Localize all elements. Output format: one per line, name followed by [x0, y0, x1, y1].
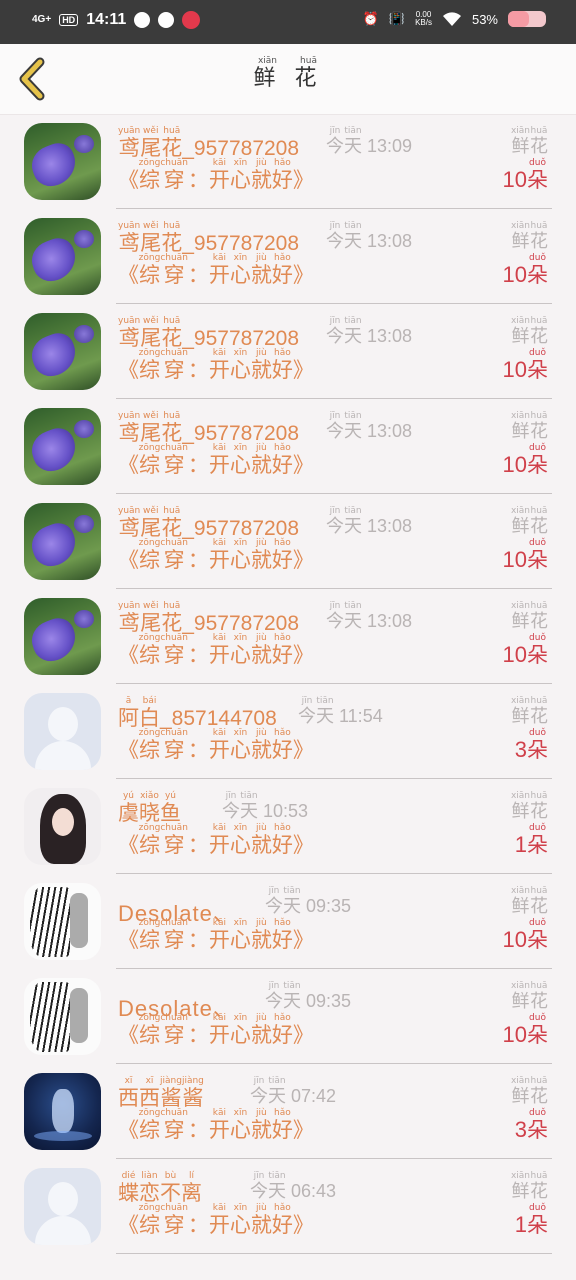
- iris-flower-avatar[interactable]: [24, 313, 101, 390]
- send-time: 今jīn天tiān 09:35: [265, 981, 352, 1012]
- gift-type-label: 鲜xiān花huā: [510, 886, 548, 917]
- gift-type-label: 鲜xiān花huā: [510, 411, 548, 442]
- send-time: 今jīn天tiān 06:43: [250, 1171, 337, 1202]
- book-title: 《综zōng穿chuān：开kāi心xīn就jiù好hǎo》: [118, 918, 314, 952]
- send-time: 今jīn天tiān 09:35: [265, 886, 352, 917]
- send-time: 今jīn天tiān 11:54: [298, 696, 383, 727]
- gift-count: 10朵duǒ: [502, 1013, 548, 1047]
- send-time: 今jīn天tiān 13:08: [326, 221, 413, 252]
- book-title: 《综zōng穿chuān：开kāi心xīn就jiù好hǎo》: [118, 728, 314, 762]
- gift-record-row[interactable]: Desolate、 今jīn天tiān 09:35 《综zōng穿chuān：开kā…: [0, 969, 576, 1064]
- page-title: 鲜xiān 花huā: [253, 56, 323, 91]
- girl-portrait-avatar[interactable]: [24, 788, 101, 865]
- app-notification-icon: [182, 11, 201, 29]
- gift-type-label: 鲜xiān花huā: [510, 601, 548, 632]
- gift-count: 10朵duǒ: [502, 158, 548, 192]
- sender-name[interactable]: 西xī西xī酱jiàng酱jiàng: [118, 1076, 204, 1112]
- gift-count: 1朵duǒ: [514, 823, 548, 857]
- send-time: 今jīn天tiān 13:09: [326, 126, 413, 157]
- gift-count: 1朵duǒ: [514, 1203, 548, 1237]
- sender-name[interactable]: 鸢yuān尾wěi花huā_957787208: [118, 126, 299, 162]
- sender-name[interactable]: 虞yú晓xiǎo鱼yú: [118, 791, 181, 827]
- speedometer-icon: [158, 12, 175, 28]
- row-divider: [116, 1252, 552, 1254]
- book-title: 《综zōng穿chuān：开kāi心xīn就jiù好hǎo》: [118, 1013, 314, 1047]
- gift-record-row[interactable]: 阿ā白bái_857144708 今jīn天tiān 11:54 《综zōng穿ch…: [0, 684, 576, 779]
- gift-count: 10朵duǒ: [502, 538, 548, 572]
- wifi-icon: [442, 12, 461, 26]
- gift-type-label: 鲜xiān花huā: [510, 221, 548, 252]
- battery-percent: 53%: [471, 11, 498, 27]
- iris-flower-avatar[interactable]: [24, 598, 101, 675]
- gift-count: 3朵duǒ: [514, 728, 548, 762]
- gift-record-row[interactable]: 鸢yuān尾wěi花huā_957787208 今jīn天tiān 13:08 《综…: [0, 494, 576, 589]
- gift-count: 10朵duǒ: [502, 918, 548, 952]
- iris-flower-avatar[interactable]: [24, 408, 101, 485]
- sketch-figure-avatar[interactable]: [24, 978, 101, 1055]
- spirit-deer-avatar[interactable]: [24, 1073, 101, 1150]
- book-title: 《综zōng穿chuān：开kāi心xīn就jiù好hǎo》: [118, 158, 314, 192]
- qq-icon: [134, 12, 151, 28]
- iris-flower-avatar[interactable]: [24, 218, 101, 295]
- status-bar: 4G+ HD 14:11 ⏰ 📳 0.00 KB/s 53%: [0, 0, 576, 44]
- status-time: 14:11: [86, 11, 127, 28]
- default-user-avatar[interactable]: [24, 1168, 101, 1245]
- send-time: 今jīn天tiān 13:08: [326, 506, 413, 537]
- gift-count: 10朵duǒ: [502, 253, 548, 287]
- book-title: 《综zōng穿chuān：开kāi心xīn就jiù好hǎo》: [118, 823, 314, 857]
- alarm-icon: ⏰: [362, 11, 379, 26]
- gift-type-label: 鲜xiān花huā: [510, 506, 548, 537]
- gift-type-label: 鲜xiān花huā: [510, 1171, 548, 1202]
- gift-record-row[interactable]: 蝶dié恋liàn不bù离lí 今jīn天tiān 06:43 《综zōng穿chu…: [0, 1159, 576, 1254]
- send-time: 今jīn天tiān 13:08: [326, 411, 413, 442]
- default-user-avatar[interactable]: [24, 693, 101, 770]
- send-time: 今jīn天tiān 07:42: [250, 1076, 337, 1107]
- sender-name[interactable]: 阿ā白bái_857144708: [118, 696, 277, 732]
- sender-name[interactable]: 蝶dié恋liàn不bù离lí: [118, 1171, 202, 1207]
- iris-flower-avatar[interactable]: [24, 123, 101, 200]
- send-time: 今jīn天tiān 10:53: [222, 791, 309, 822]
- gift-record-row[interactable]: 虞yú晓xiǎo鱼yú 今jīn天tiān 10:53 《综zōng穿chuān：开…: [0, 779, 576, 874]
- gift-type-label: 鲜xiān花huā: [510, 126, 548, 157]
- battery-icon: [508, 11, 546, 27]
- book-title: 《综zōng穿chuān：开kāi心xīn就jiù好hǎo》: [118, 1108, 314, 1142]
- gift-record-row[interactable]: 西xī西xī酱jiàng酱jiàng 今jīn天tiān 07:42 《综zōng穿…: [0, 1064, 576, 1159]
- gift-record-row[interactable]: 鸢yuān尾wěi花huā_957787208 今jīn天tiān 13:09 《综…: [0, 114, 576, 209]
- gift-count: 10朵duǒ: [502, 443, 548, 477]
- network-indicator: 4G+: [32, 14, 52, 25]
- sender-name[interactable]: 鸢yuān尾wěi花huā_957787208: [118, 316, 299, 352]
- gift-record-row[interactable]: 鸢yuān尾wěi花huā_957787208 今jīn天tiān 13:08 《综…: [0, 304, 576, 399]
- gift-record-row[interactable]: 鸢yuān尾wěi花huā_957787208 今jīn天tiān 13:08 《综…: [0, 209, 576, 304]
- gift-record-row[interactable]: Desolate、 今jīn天tiān 09:35 《综zōng穿chuān：开kā…: [0, 874, 576, 969]
- gift-type-label: 鲜xiān花huā: [510, 696, 548, 727]
- sender-name[interactable]: 鸢yuān尾wěi花huā_957787208: [118, 221, 299, 257]
- gift-record-row[interactable]: 鸢yuān尾wěi花huā_957787208 今jīn天tiān 13:08 《综…: [0, 399, 576, 494]
- book-title: 《综zōng穿chuān：开kāi心xīn就jiù好hǎo》: [118, 253, 314, 287]
- book-title: 《综zōng穿chuān：开kāi心xīn就jiù好hǎo》: [118, 538, 314, 572]
- network-speed: 0.00 KB/s: [415, 10, 432, 27]
- book-title: 《综zōng穿chuān：开kāi心xīn就jiù好hǎo》: [118, 633, 314, 667]
- gift-count: 3朵duǒ: [514, 1108, 548, 1142]
- gift-count: 10朵duǒ: [502, 633, 548, 667]
- book-title: 《综zōng穿chuān：开kāi心xīn就jiù好hǎo》: [118, 443, 314, 477]
- sketch-figure-avatar[interactable]: [24, 883, 101, 960]
- sender-name[interactable]: 鸢yuān尾wěi花huā_957787208: [118, 411, 299, 447]
- app-header: 鲜xiān 花huā: [0, 44, 576, 115]
- send-time: 今jīn天tiān 13:08: [326, 601, 413, 632]
- gift-type-label: 鲜xiān花huā: [510, 316, 548, 347]
- gift-type-label: 鲜xiān花huā: [510, 1076, 548, 1107]
- gift-count: 10朵duǒ: [502, 348, 548, 382]
- gift-type-label: 鲜xiān花huā: [510, 981, 548, 1012]
- gift-record-row[interactable]: 鸢yuān尾wěi花huā_957787208 今jīn天tiān 13:08 《综…: [0, 589, 576, 684]
- iris-flower-avatar[interactable]: [24, 503, 101, 580]
- sender-name[interactable]: 鸢yuān尾wěi花huā_957787208: [118, 506, 299, 542]
- send-time: 今jīn天tiān 13:08: [326, 316, 413, 347]
- hd-badge: HD: [59, 14, 79, 26]
- sender-name[interactable]: 鸢yuān尾wěi花huā_957787208: [118, 601, 299, 637]
- book-title: 《综zōng穿chuān：开kāi心xīn就jiù好hǎo》: [118, 1203, 314, 1237]
- book-title: 《综zōng穿chuān：开kāi心xīn就jiù好hǎo》: [118, 348, 314, 382]
- gift-type-label: 鲜xiān花huā: [510, 791, 548, 822]
- vibrate-icon: 📳: [388, 11, 406, 26]
